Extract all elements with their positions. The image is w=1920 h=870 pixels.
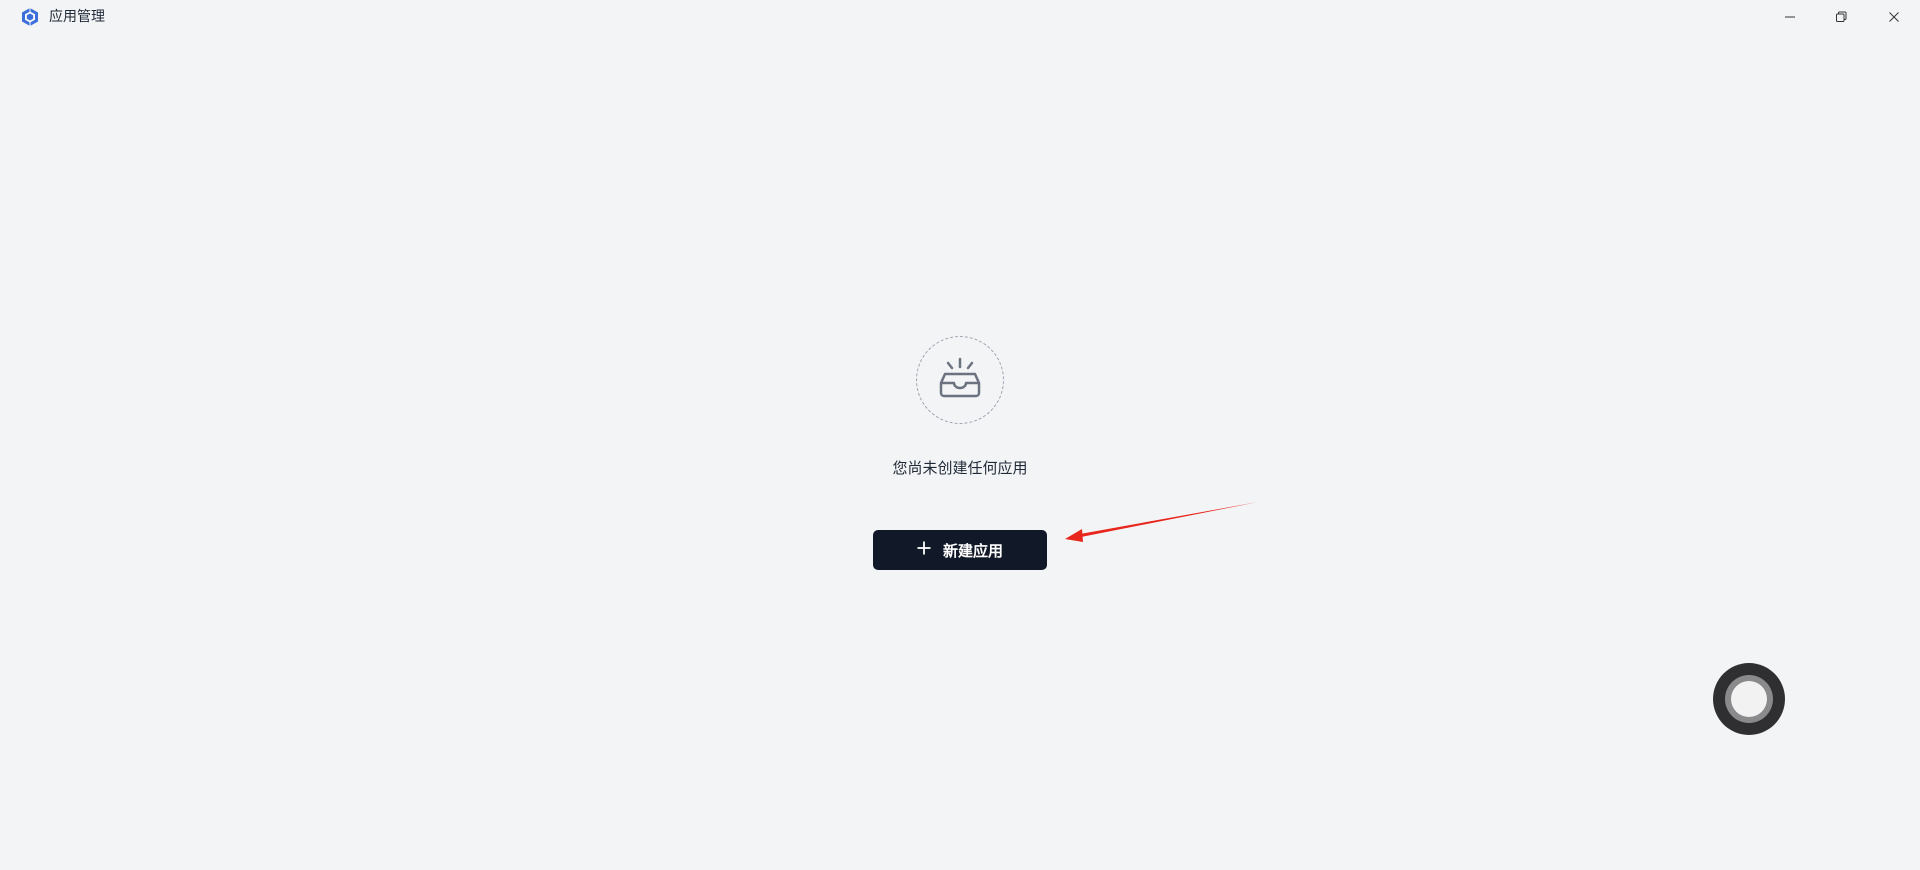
app-window: 应用管理 您尚未创建任何应用 新建应用 <box>0 0 1920 870</box>
assistive-touch-icon <box>1725 675 1773 723</box>
window-title: 应用管理 <box>49 9 105 25</box>
create-app-button[interactable]: 新建应用 <box>873 530 1047 570</box>
plus-icon <box>917 541 931 559</box>
minimize-button[interactable] <box>1764 0 1816 34</box>
inbox-tray-icon <box>937 357 983 403</box>
close-button[interactable] <box>1868 0 1920 34</box>
close-icon <box>1888 11 1900 23</box>
hexagon-logo-icon <box>20 7 40 27</box>
assistive-touch-button[interactable] <box>1713 663 1785 735</box>
create-app-label: 新建应用 <box>942 541 1003 560</box>
title-bar: 应用管理 <box>0 0 1920 34</box>
empty-state-illustration <box>916 336 1004 424</box>
empty-state-message: 您尚未创建任何应用 <box>892 459 1028 477</box>
restore-button[interactable] <box>1815 0 1867 34</box>
restore-icon <box>1835 11 1847 23</box>
minimize-icon <box>1784 11 1796 23</box>
annotation-arrow-icon <box>1060 500 1260 554</box>
